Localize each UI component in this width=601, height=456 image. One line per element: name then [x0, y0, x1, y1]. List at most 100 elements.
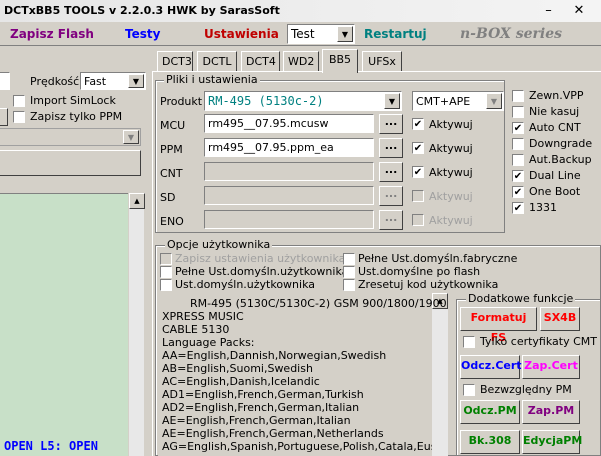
ppm-file-value: rm495__07.95.ppm_ea — [208, 141, 334, 154]
menu-restartuj[interactable]: Restartuj — [364, 27, 427, 41]
zap-cert-button[interactable]: Zap.Cert — [522, 355, 580, 379]
sd-aktywuj-label: Aktywuj — [429, 190, 473, 203]
pelne-ust-uzytkownika-checkbox[interactable] — [160, 266, 172, 278]
title-bar: DCTxBB5 TOOLS v 2.2.0.3 HWK by SarasSoft… — [0, 0, 601, 22]
auto-cnt-label: Auto CNT — [529, 121, 581, 134]
sx4b-button[interactable]: SX4B — [540, 307, 580, 331]
tab-bb5[interactable]: BB5 — [322, 49, 358, 73]
menu-ustawienia[interactable]: Ustawienia — [204, 27, 279, 41]
log-scrollbar[interactable]: ▲ — [128, 193, 145, 456]
left-wide-button[interactable] — [0, 150, 141, 176]
eno-browse-button: ... — [379, 210, 403, 230]
produkt-select[interactable]: RM-495 (5130c-2) ▼ — [204, 91, 402, 111]
minimize-icon: – — [545, 3, 552, 18]
tab-dctl[interactable]: DCTL — [197, 51, 237, 71]
extra-functions-title: Dodatkowe funkcje — [466, 292, 576, 305]
zapisz-tylko-ppm-checkbox[interactable] — [13, 111, 25, 123]
window-title: DCTxBB5 TOOLS v 2.2.0.3 HWK by SarasSoft — [4, 4, 280, 17]
opt-1331-checkbox[interactable] — [512, 202, 524, 214]
info-line: Language Packs: — [162, 336, 255, 349]
mode-select-value: Test — [291, 27, 315, 41]
formatuj-fs-button[interactable]: Formatuj FS — [460, 307, 537, 344]
info-line: AE=English,French,German,Netherlands — [162, 427, 384, 440]
produkt-select-value: RM-495 (5130c-2) — [208, 94, 324, 108]
tab-ufsx[interactable]: UFSx — [362, 51, 402, 71]
cnt-label: CNT — [160, 167, 183, 180]
ppm-aktywuj-checkbox[interactable] — [412, 142, 424, 154]
info-line: AE=English,French,German,Italian — [162, 414, 351, 427]
log-area — [0, 193, 128, 456]
eno-aktywuj-label: Aktywuj — [429, 214, 473, 227]
mcu-browse-button[interactable]: ... — [379, 114, 403, 134]
zresetuj-kod-checkbox[interactable] — [343, 279, 355, 291]
produkt-label: Produkt — [160, 95, 203, 108]
aut-backup-checkbox[interactable] — [512, 154, 524, 166]
one-boot-label: One Boot — [529, 185, 581, 198]
ppm-browse-button[interactable]: ... — [379, 138, 403, 158]
dual-line-label: Dual Line — [529, 169, 581, 182]
downgrade-label: Downgrade — [529, 137, 593, 150]
minimize-button[interactable]: – — [536, 2, 561, 20]
eno-aktywuj-checkbox — [412, 214, 424, 226]
menu-testy[interactable]: Testy — [125, 27, 160, 41]
info-scrollbar[interactable]: ▲ — [432, 293, 448, 456]
zapisz-ustawienia-label: Zapisz ustawienia użytkownika — [175, 252, 346, 265]
tab-wd2[interactable]: WD2 — [283, 51, 319, 71]
aut-backup-label: Aut.Backup — [529, 153, 592, 166]
left-small-button[interactable] — [0, 108, 8, 126]
ust-domysln-uzytkownika-label: Ust.domyśln.użytkownika — [175, 278, 316, 291]
info-line: RM-495 (5130C/5130C-2) GSM 900/1800/1900 — [190, 297, 447, 310]
zapisz-ustawienia-checkbox — [160, 253, 172, 265]
menu-zapisz-flash[interactable]: Zapisz Flash — [10, 27, 94, 41]
downgrade-checkbox[interactable] — [512, 138, 524, 150]
sd-browse-button: ... — [379, 186, 403, 206]
mode-select[interactable]: Test ▼ — [287, 24, 355, 44]
info-line: CABLE 5130 — [162, 323, 230, 336]
sd-aktywuj-checkbox — [412, 190, 424, 202]
tab-dct4[interactable]: DCT4 — [241, 51, 280, 71]
one-boot-checkbox[interactable] — [512, 186, 524, 198]
mcu-aktywuj-checkbox[interactable] — [412, 118, 424, 130]
dual-line-checkbox[interactable] — [512, 170, 524, 182]
ust-domyslne-po-flash-checkbox[interactable] — [343, 266, 355, 278]
cnt-browse-button[interactable]: ... — [379, 162, 403, 182]
chevron-down-icon: ▼ — [123, 130, 139, 144]
zewn-vpp-checkbox[interactable] — [512, 90, 524, 102]
ust-domysln-uzytkownika-checkbox[interactable] — [160, 279, 172, 291]
edycja-pm-button[interactable]: EdycjaPM — [522, 430, 582, 454]
pelne-ust-uzytkownika-label: Pełne Ust.domyśln.użytkownika — [175, 265, 349, 278]
bezwzgledny-pm-checkbox[interactable] — [463, 384, 475, 396]
nie-kasuj-checkbox[interactable] — [512, 106, 524, 118]
odcz-pm-button[interactable]: Odcz.PM — [460, 400, 520, 424]
left-port-select[interactable] — [0, 72, 10, 90]
zap-pm-button[interactable]: Zap.PM — [522, 400, 580, 424]
info-line: AD2=English,French,German,Italian — [162, 401, 360, 414]
ppm-file-field[interactable]: rm495__07.95.ppm_ea — [204, 138, 374, 157]
mcu-file-field[interactable]: rm495__07.95.mcusw — [204, 114, 374, 133]
odcz-cert-button[interactable]: Odcz.Cert — [460, 355, 522, 379]
scroll-up-button[interactable]: ▲ — [129, 193, 145, 209]
files-group-title: Pliki i ustawienia — [164, 73, 260, 86]
bk308-button[interactable]: Bk.308 — [460, 430, 520, 454]
speed-select[interactable]: Fast ▼ — [80, 72, 146, 90]
tab-dct3[interactable]: DCT3 — [157, 51, 193, 71]
ust-domyslne-po-flash-label: Ust.domyślne po flash — [358, 265, 481, 278]
pelne-ust-fabryczne-checkbox[interactable] — [343, 253, 355, 265]
close-icon: ✕ — [573, 3, 585, 18]
import-simlock-checkbox[interactable] — [13, 95, 25, 107]
bezwzgledny-pm-label: Bezwzględny PM — [480, 383, 572, 396]
sd-label: SD — [160, 191, 176, 204]
mode-cmt-select[interactable]: CMT+APE ▼ — [412, 91, 504, 111]
cnt-file-field[interactable] — [204, 162, 374, 181]
info-line: AB=English,Suomi,Swedish — [162, 362, 313, 375]
close-button[interactable]: ✕ — [564, 2, 594, 20]
tylko-certyfikaty-checkbox[interactable] — [463, 336, 475, 348]
status-text: OPEN L5: OPEN — [4, 439, 98, 453]
chevron-down-icon: ▼ — [128, 74, 144, 88]
mode-cmt-value: CMT+APE — [416, 95, 471, 108]
mcu-file-value: rm495__07.95.mcusw — [208, 117, 329, 130]
auto-cnt-checkbox[interactable] — [512, 122, 524, 134]
info-line: AG=English,Spanish,Portuguese,Polish,Cat… — [162, 440, 432, 453]
chevron-down-icon: ▼ — [337, 26, 353, 42]
cnt-aktywuj-checkbox[interactable] — [412, 166, 424, 178]
